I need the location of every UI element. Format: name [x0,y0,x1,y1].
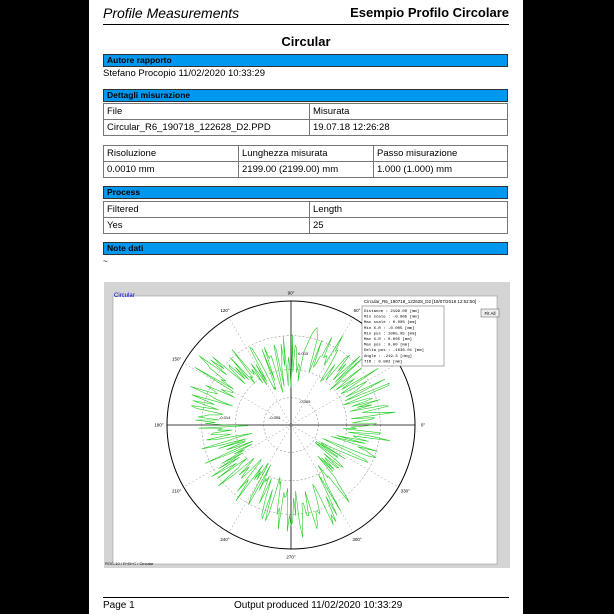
filtered-value: Yes [103,217,310,234]
report-title: Circular [281,34,331,49]
fit-all-button-label: Fit All [484,311,495,316]
polar-angle-label: 210° [172,489,182,494]
plot-status-text: ROC-10 / R+B+C / Circular [105,561,154,566]
stats-line: Max pos : 0.00 [mm] [364,343,410,348]
footer-output: Output produced 11/02/2020 10:33:29 [234,600,403,611]
polar-angle-label: 270° [286,555,296,560]
step-label: Passo misurazione [373,145,508,162]
stats-line: TIR : 0.002 [mm] [364,359,402,364]
filtered-label: Filtered [103,201,310,218]
footer-divider [103,597,509,598]
polar-angle-label: 240° [220,537,230,542]
polar-angle-label: 90° [288,291,295,296]
resolution-label: Risoluzione [103,145,239,162]
footer-page: Page 1 [103,600,135,611]
file-value: Circular_R6_190718_122628_D2.PPD [103,119,310,136]
stats-line: Min scale : -0.005 [mm] [364,315,419,320]
polar-angle-label: 60° [354,308,361,313]
header-right-title: Esempio Profilo Circolare [350,5,509,20]
measured-value: 19.07.18 12:26:28 [309,119,508,136]
length-value-process: 25 [309,217,508,234]
resolution-value: 0.0010 mm [103,161,239,178]
stats-box: Distance : 2199.00 [mm]Min scale : -0.00… [361,305,445,367]
header-divider [103,24,509,25]
polar-angle-label: 300° [352,537,362,542]
polar-ring-label: -0.005 [269,415,281,420]
length-label: Lunghezza misurata [238,145,374,162]
polar-angle-label: 180° [154,423,164,428]
polar-plot: Circular Circular_R6_190718_122628_D2 [1… [105,291,500,566]
stats-line: Min pos : 1005.05 [mm] [364,331,417,336]
length-value: 2199.00 (2199.00) mm [238,161,374,178]
process-heading: Process [103,186,508,199]
stats-line: Delta pos : -1036.01 [mm] [364,348,424,353]
stats-line: Max X-R : 0.005 [mm] [364,337,412,342]
stats-line: Angle : -219.3 [deg] [364,354,412,359]
polar-angle-label: 0° [421,423,426,428]
author-heading: Autore rapporto [103,54,508,67]
measurement-heading: Dettagli misurazione [103,89,508,102]
polar-ring-label: -0.014 [219,415,231,420]
polar-angle-label: 330° [401,489,411,494]
plot-label: Circular [114,293,135,299]
polar-angle-label: 120° [220,308,230,313]
length-label-process: Length [309,201,508,218]
notes-value: ~ [103,257,108,266]
stats-line: Min X-R : -0.005 [mm] [364,326,414,331]
measurement-file-table: File Misurata Circular_R6_190718_122628_… [103,103,508,136]
file-label: File [103,103,310,120]
polar-ring-label: -0.005 [299,399,311,404]
polar-plot-panel: Circular Circular_R6_190718_122628_D2 [1… [104,282,510,568]
author-value: Stefano Procopio 11/02/2020 10:33:29 [103,68,265,79]
header-left-title: Profile Measurements [103,5,240,21]
plot-file-label: Circular_R6_190718_122628_D2 [18/07/2018… [364,299,476,304]
process-table: Filtered Length Yes 25 [103,201,508,234]
step-value: 1.000 (1.000) mm [373,161,508,178]
notes-heading: Note dati [103,242,508,255]
stats-line: Max scale : 0.005 [mm] [364,320,417,325]
stats-line: Distance : 2199.00 [mm] [364,309,419,314]
measurement-params-table: Risoluzione Lunghezza misurata Passo mis… [103,145,508,178]
polar-angle-label: 150° [172,357,182,362]
report-page: Profile Measurements Esempio Profilo Cir… [89,0,523,614]
measured-label: Misurata [309,103,508,120]
